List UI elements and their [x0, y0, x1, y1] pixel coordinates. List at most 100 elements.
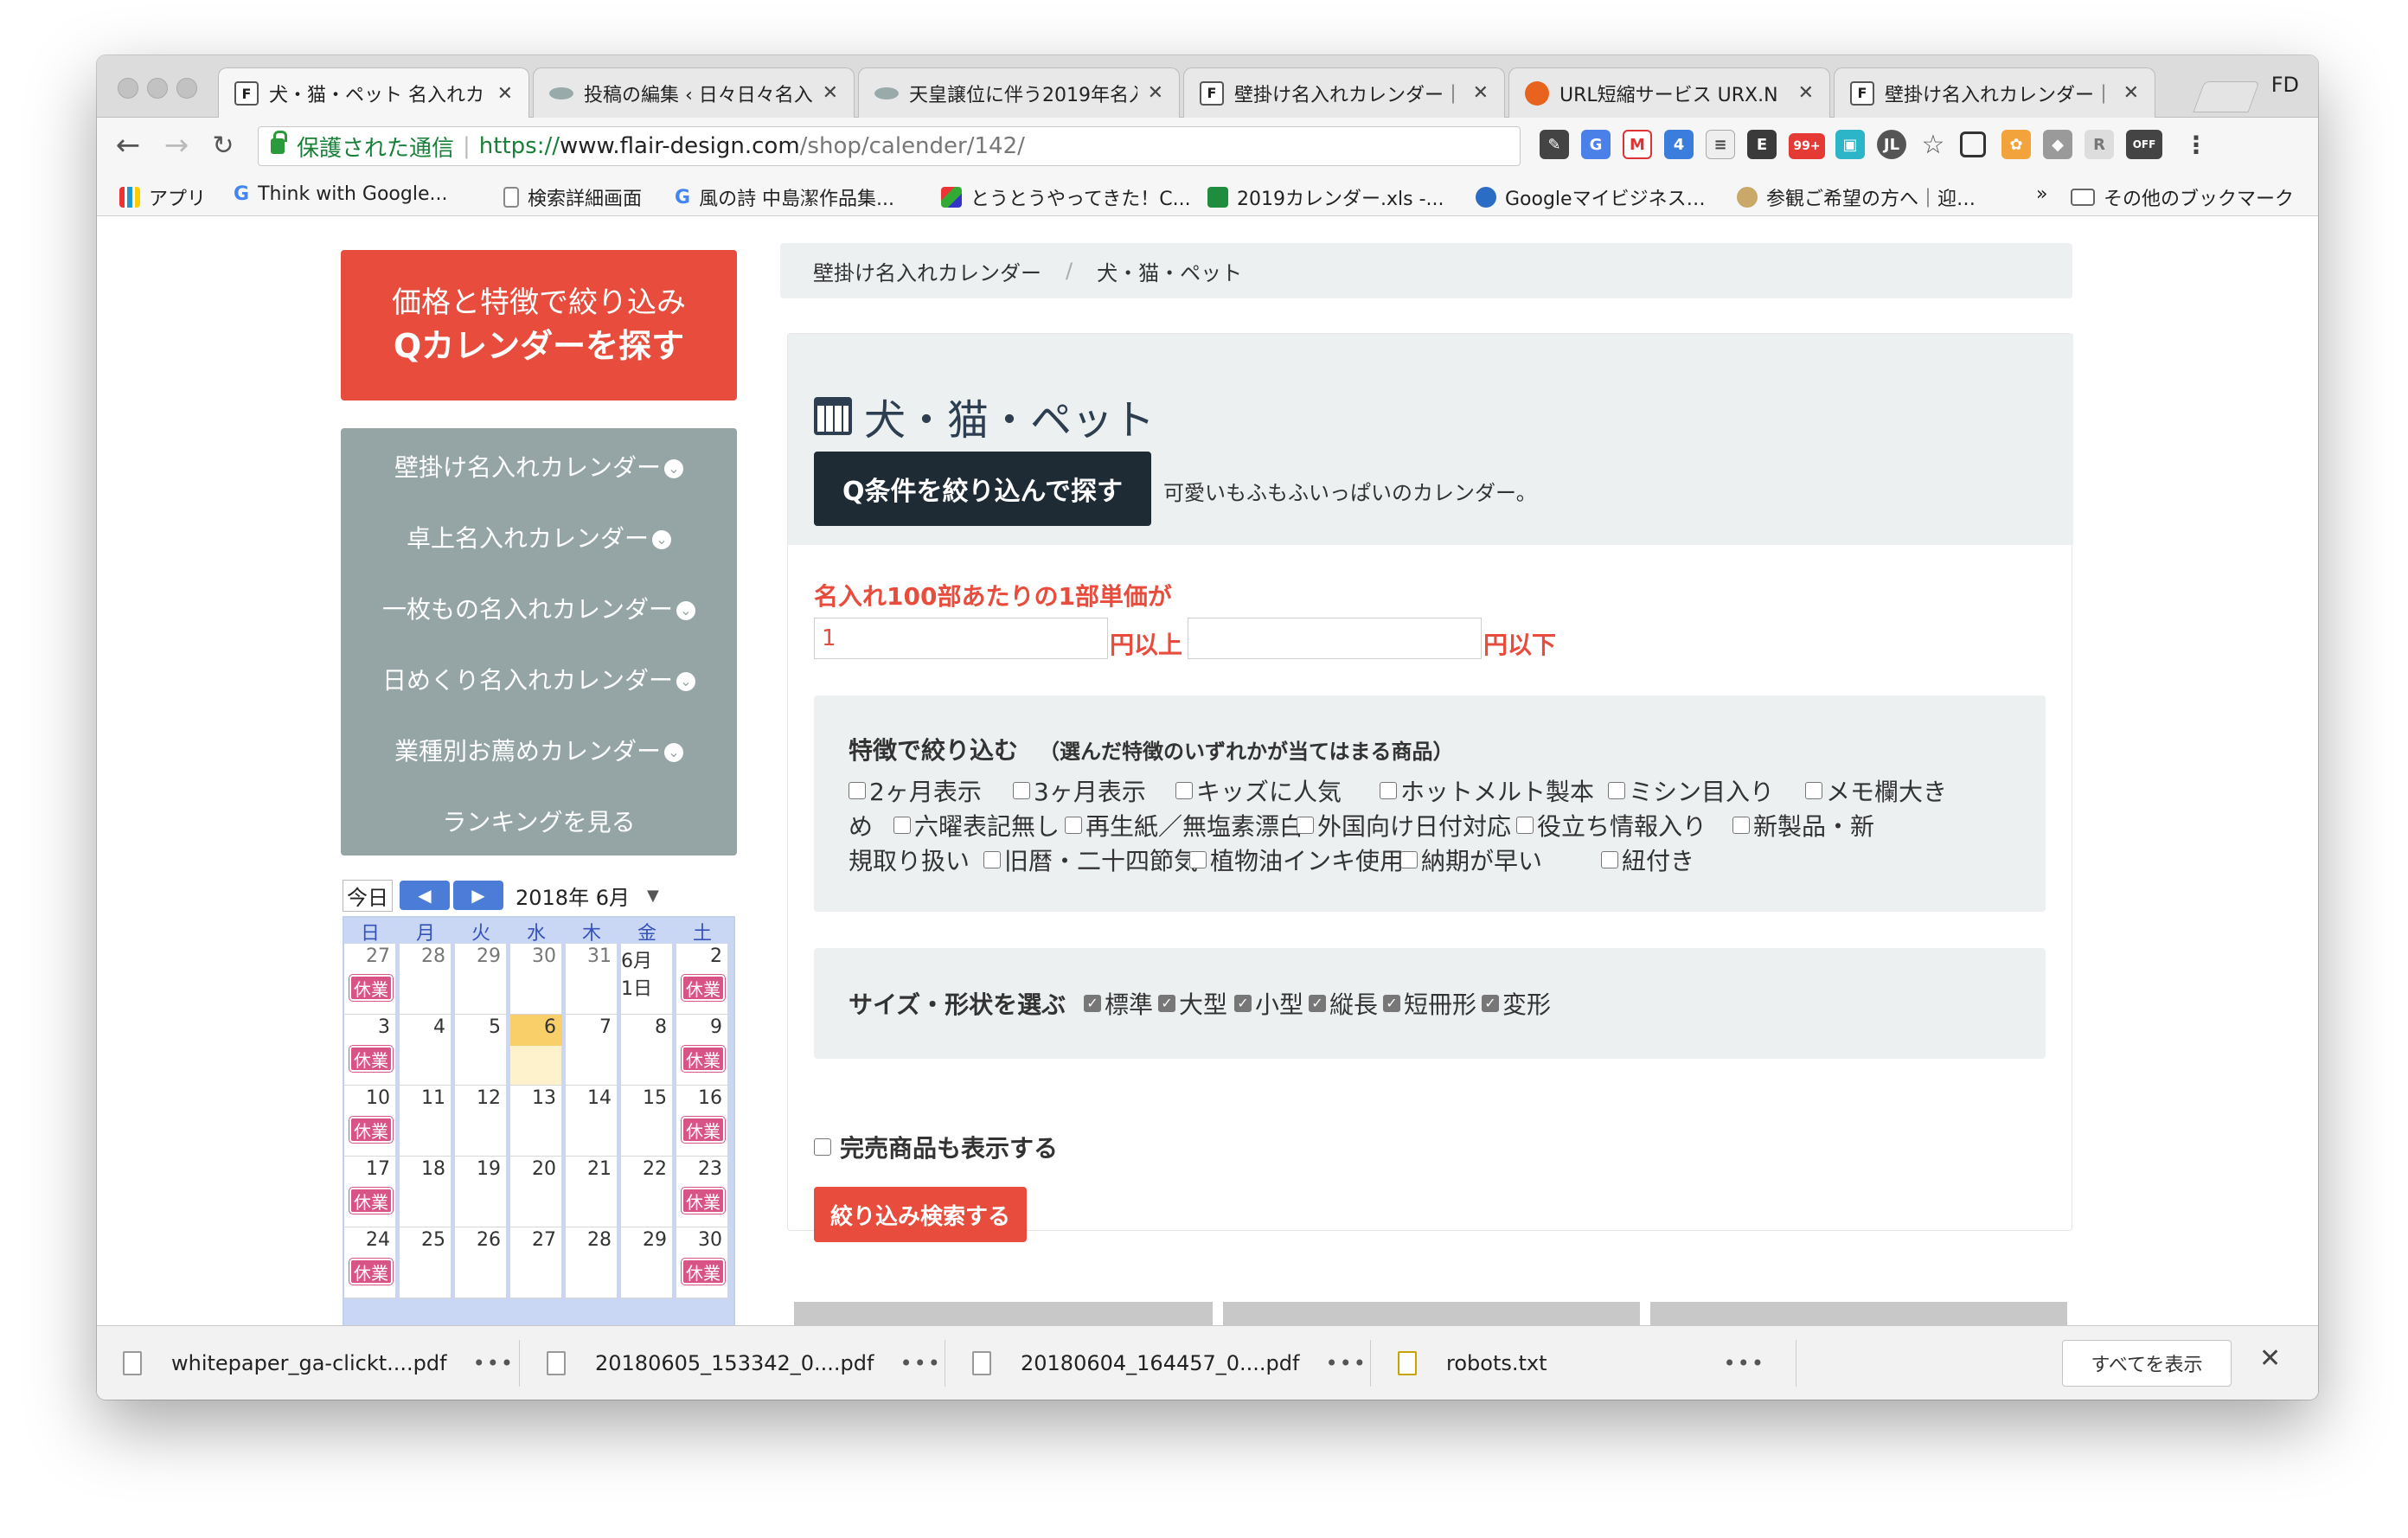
calendar-day-cell[interactable]: 11	[400, 1086, 452, 1157]
calendar-extension-icon[interactable]: 4	[1664, 130, 1694, 159]
menu-kebab-icon[interactable]: ⋮	[2181, 130, 2211, 159]
tab-2[interactable]: 投稿の編集 ‹ 日々日々名入 ✕	[533, 67, 855, 118]
maximize-window-button[interactable]	[176, 78, 197, 99]
checkbox[interactable]: ✓	[1309, 995, 1326, 1012]
checkbox[interactable]	[849, 782, 866, 799]
feature-option[interactable]: ✓ 短冊形	[1383, 986, 1476, 1021]
jl-extension-icon[interactable]: JL	[1877, 130, 1906, 159]
badge-extension-icon[interactable]: 99+	[1789, 133, 1825, 159]
feature-option[interactable]: 旧暦・二十四節気	[983, 843, 1198, 877]
paint-extension-icon[interactable]: ✿	[2001, 130, 2031, 159]
fullscreen-extension-icon[interactable]	[1960, 131, 1986, 157]
bookmark-other-folder[interactable]: その他のブックマーク	[2071, 183, 2294, 211]
checkbox[interactable]	[1805, 782, 1822, 799]
filter-conditions-button[interactable]: Q条件を絞り込んで探す	[814, 452, 1151, 526]
calendar-today-button[interactable]: 今日	[343, 879, 393, 912]
bookmark-sankan[interactable]: 参観ご希望の方へ｜迎…	[1737, 183, 1976, 211]
show-all-downloads-button[interactable]: すべてを表示	[2062, 1340, 2232, 1387]
download-item[interactable]: 20180604_164457_0....pdf •••	[972, 1345, 1367, 1381]
calendar-day-cell[interactable]: 28	[400, 944, 452, 1015]
reload-icon[interactable]: ↻	[206, 128, 240, 163]
calendar-day-cell[interactable]: 16 休業	[676, 1086, 728, 1157]
bookmark-google-my-business[interactable]: Googleマイビジネス…	[1476, 183, 1706, 211]
calendar-day-cell[interactable]: 27 休業	[344, 944, 396, 1015]
calendar-day-cell[interactable]: 7	[566, 1015, 618, 1086]
gmail-extension-icon[interactable]: M	[1623, 130, 1652, 159]
calendar-month-dropdown-icon[interactable]: ▼	[647, 887, 659, 905]
calendar-prev-button[interactable]: ◀	[400, 881, 450, 910]
breadcrumb-item-wall-calendar[interactable]: 壁掛け名入れカレンダー	[813, 256, 1041, 286]
forward-arrow-icon[interactable]: →	[159, 128, 194, 163]
calendar-day-cell[interactable]: 21	[566, 1157, 618, 1227]
calendar-day-cell[interactable]: 3 休業	[344, 1015, 396, 1086]
checkbox[interactable]	[1608, 782, 1625, 799]
download-options-icon[interactable]: •••	[900, 1351, 941, 1375]
calendar-next-button[interactable]: ▶	[453, 881, 503, 910]
download-item[interactable]: whitepaper_ga-clickt....pdf •••	[123, 1345, 515, 1381]
image-extension-icon[interactable]: ▣	[1835, 130, 1865, 159]
calendar-day-cell[interactable]: 29	[455, 944, 507, 1015]
calendar-day-cell[interactable]: 30	[510, 944, 562, 1015]
calendar-day-cell[interactable]: 27	[510, 1227, 562, 1298]
feature-option[interactable]: 外国向け日付対応	[1297, 808, 1511, 843]
calendar-day-cell[interactable]: 22	[621, 1157, 673, 1227]
calendar-day-cell[interactable]: 14	[566, 1086, 618, 1157]
feature-option[interactable]: ✓ 変形	[1482, 986, 1551, 1021]
feature-option[interactable]: ✓ 縦長	[1309, 986, 1378, 1021]
filter-search-button[interactable]: 絞り込み検索する	[814, 1187, 1027, 1242]
bookmark-star-icon[interactable]: ☆	[1918, 130, 1948, 160]
price-min-input[interactable]	[814, 618, 1108, 659]
close-tab-icon[interactable]: ✕	[497, 83, 513, 105]
checkbox[interactable]: ✓	[1234, 995, 1252, 1012]
close-tab-icon[interactable]: ✕	[1798, 82, 1814, 104]
feature-option[interactable]: 2ヶ月表示	[849, 773, 982, 808]
feature-option[interactable]: 新製品・新	[1732, 808, 1874, 843]
close-tab-icon[interactable]: ✕	[1148, 82, 1163, 104]
calendar-day-cell[interactable]: 9 休業	[676, 1015, 728, 1086]
feature-option[interactable]: 再生紙／無塩素漂白	[1065, 808, 1303, 843]
tab-6[interactable]: F 壁掛け名入れカレンダー｜ ✕	[1834, 67, 2155, 118]
calendar-day-cell[interactable]: 12	[455, 1086, 507, 1157]
tab-3[interactable]: 天皇譲位に伴う2019年名入 ✕	[858, 67, 1180, 118]
calendar-day-cell[interactable]: 30 休業	[676, 1227, 728, 1298]
pen-extension-icon[interactable]: ✎	[1540, 130, 1569, 159]
checkbox[interactable]: ✓	[1482, 995, 1499, 1012]
calendar-day-cell[interactable]: 26	[455, 1227, 507, 1298]
bookmark-think-with-google[interactable]: G Think with Google...	[234, 183, 447, 205]
off-extension-icon[interactable]: OFF	[2126, 130, 2162, 159]
minimize-window-button[interactable]	[147, 78, 168, 99]
calendar-day-cell[interactable]: 28	[566, 1227, 618, 1298]
checkbox[interactable]	[1400, 851, 1418, 868]
back-arrow-icon[interactable]: ←	[111, 128, 145, 163]
feature-option[interactable]: ミシン目入り	[1608, 773, 1774, 808]
calendar-day-cell[interactable]: 19	[455, 1157, 507, 1227]
checkbox[interactable]	[1013, 782, 1030, 799]
download-item[interactable]: 20180605_153342_0....pdf •••	[547, 1345, 942, 1381]
calendar-day-cell[interactable]: 15	[621, 1086, 673, 1157]
checkbox[interactable]: ✓	[1084, 995, 1101, 1012]
bookmark-apps[interactable]: アプリ	[119, 183, 206, 211]
checkbox[interactable]	[1175, 782, 1193, 799]
calendar-day-cell[interactable]: 29	[621, 1227, 673, 1298]
calendar-day-cell[interactable]: 10 休業	[344, 1086, 396, 1157]
close-window-button[interactable]	[118, 78, 138, 99]
calendar-day-cell[interactable]: 6	[510, 1015, 562, 1086]
find-calendar-button[interactable]: 価格と特徴で絞り込み Qカレンダーを探す	[341, 250, 737, 401]
close-tab-icon[interactable]: ✕	[2123, 82, 2139, 104]
bookmark-kaze-no-uta[interactable]: G 風の詩 中島潔作品集...	[675, 183, 894, 211]
bookmarks-overflow-chevron[interactable]: »	[2036, 183, 2047, 205]
sidebar-item-industry-calendar[interactable]: 業種別お薦めカレンダー ⌄	[341, 733, 737, 767]
close-downloads-icon[interactable]: ✕	[2259, 1343, 2281, 1374]
checkbox[interactable]	[1516, 817, 1534, 834]
sidebar-item-wall-calendar[interactable]: 壁掛け名入れカレンダー ⌄	[341, 449, 737, 484]
tab-4[interactable]: F 壁掛け名入れカレンダー｜ ✕	[1183, 67, 1505, 118]
translate-extension-icon[interactable]: G	[1581, 130, 1611, 159]
sidebar-item-daily-calendar[interactable]: 日めくり名入れカレンダー ⌄	[341, 662, 737, 696]
close-tab-icon[interactable]: ✕	[1473, 82, 1489, 104]
sidebar-item-single-sheet-calendar[interactable]: 一枚もの名入れカレンダー ⌄	[341, 591, 737, 625]
checkbox[interactable]	[1189, 851, 1207, 868]
calendar-day-cell[interactable]: 24 休業	[344, 1227, 396, 1298]
profile-button[interactable]: FD	[2271, 73, 2299, 97]
checkbox[interactable]	[893, 817, 911, 834]
notes-extension-icon[interactable]: ≡	[1706, 130, 1735, 159]
